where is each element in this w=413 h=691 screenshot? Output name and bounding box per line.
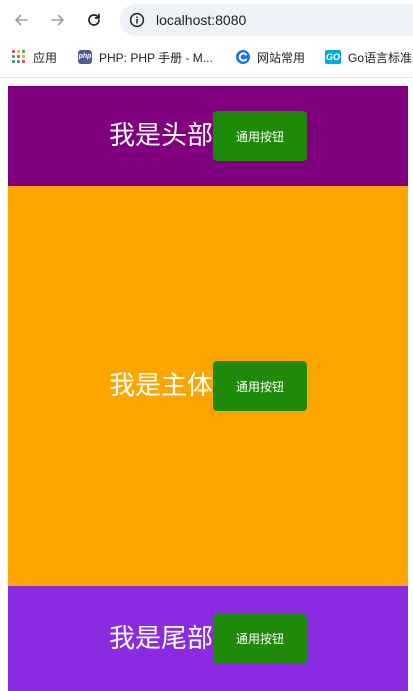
- main-title: 我是主体: [108, 371, 213, 401]
- forward-arrow-icon[interactable]: [46, 8, 70, 32]
- main-common-button[interactable]: 通用按钮: [213, 361, 307, 411]
- address-bar[interactable]: localhost:8080: [120, 4, 413, 36]
- footer-title: 我是尾部: [108, 623, 213, 654]
- footer-common-button[interactable]: 通用按钮: [213, 613, 307, 664]
- bookmark-site-common[interactable]: 网站常用: [236, 47, 305, 67]
- header-common-button[interactable]: 通用按钮: [213, 111, 307, 161]
- bookmark-label: 网站常用: [257, 50, 306, 65]
- site-icon: [236, 50, 250, 64]
- back-arrow-icon[interactable]: [9, 8, 33, 32]
- header-section: 我是头部 通用按钮: [8, 86, 408, 186]
- main-section: 我是主体 通用按钮: [8, 186, 408, 586]
- bookmark-label: PHP: PHP 手册 - M...: [99, 50, 213, 65]
- bookmark-apps[interactable]: 应用: [12, 47, 57, 67]
- page-content: 我是头部 通用按钮 我是主体 通用按钮 我是尾部 通用按钮: [8, 86, 408, 691]
- info-icon[interactable]: [129, 12, 145, 28]
- url-text[interactable]: localhost:8080: [156, 11, 246, 29]
- bookmark-php-manual[interactable]: php PHP: PHP 手册 - M...: [78, 47, 213, 67]
- bookmarks-bar: 应用 php PHP: PHP 手册 - M... 网站常用 GO Go语言标准: [0, 44, 413, 70]
- footer-section: 我是尾部 通用按钮: [8, 586, 408, 691]
- php-icon: php: [78, 50, 92, 64]
- go-icon: GO: [325, 50, 341, 64]
- bookmark-go-stdlib[interactable]: GO Go语言标准: [325, 47, 412, 67]
- reload-icon[interactable]: [82, 8, 106, 32]
- apps-grid-icon: [12, 50, 26, 64]
- bookmark-label: Go语言标准: [348, 50, 413, 65]
- browser-chrome: localhost:8080 应用 php PHP: PHP 手册 - M...…: [0, 0, 413, 78]
- bookmark-label: 应用: [33, 50, 58, 65]
- header-title: 我是头部: [108, 121, 213, 151]
- navigation-bar: localhost:8080: [0, 0, 413, 40]
